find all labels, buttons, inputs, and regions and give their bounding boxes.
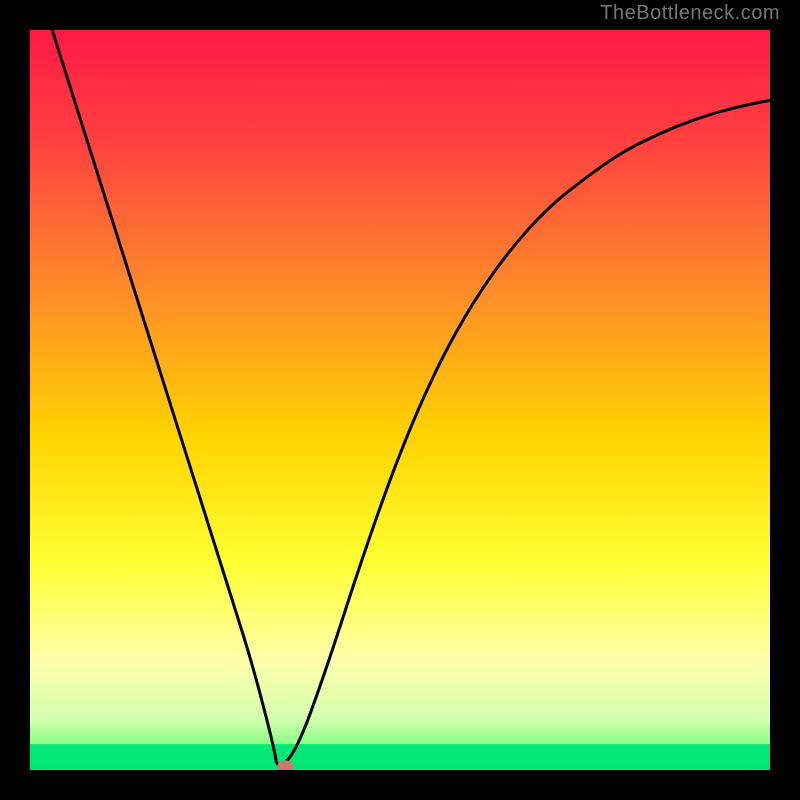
chart-svg (30, 30, 770, 770)
chart-plot-area (30, 30, 770, 770)
watermark-text: TheBottleneck.com (600, 2, 780, 25)
green-band (30, 744, 770, 770)
chart-background (30, 30, 770, 770)
